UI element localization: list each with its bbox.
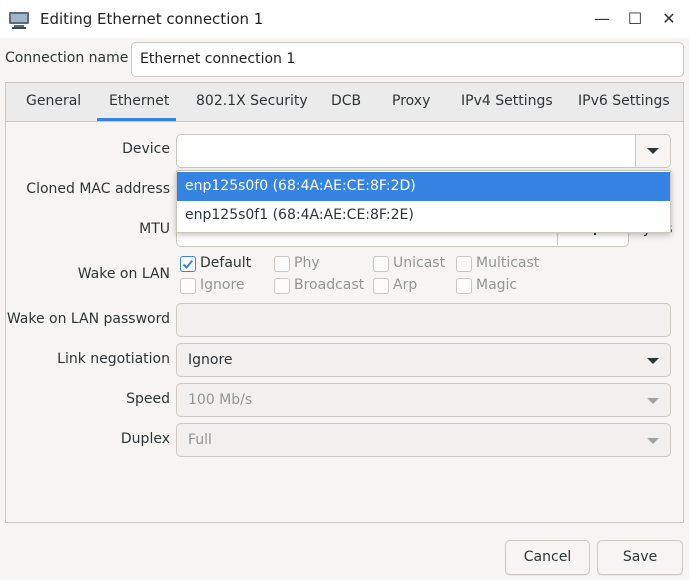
wol-phy-checkbox[interactable]: [274, 256, 290, 272]
wake-on-lan-label: Wake on LAN: [77, 266, 170, 282]
minimize-button[interactable]: —: [592, 9, 612, 29]
mtu-label: MTU: [139, 221, 170, 237]
tab-dcb[interactable]: DCB: [331, 93, 361, 113]
wol-password-input[interactable]: [176, 303, 671, 337]
wol-unicast-checkbox[interactable]: [373, 256, 389, 272]
duplex-value: Full: [188, 432, 212, 448]
device-dropdown-list: enp125s0f0 (68:4A:AE:CE:8F:2D) enp125s0f…: [176, 170, 671, 233]
wol-phy-label: Phy: [294, 255, 320, 271]
link-negotiation-value: Ignore: [188, 352, 233, 368]
close-button[interactable]: ✕: [659, 9, 679, 29]
chevron-down-icon: [647, 398, 659, 404]
speed-value: 100 Mb/s: [188, 392, 253, 408]
wol-broadcast-checkbox[interactable]: [274, 278, 290, 294]
wol-arp-label: Arp: [393, 277, 418, 293]
chevron-down-icon: [647, 438, 659, 444]
wol-default-label: Default: [200, 255, 252, 271]
chevron-down-icon: [647, 358, 659, 364]
device-combo[interactable]: [176, 134, 671, 168]
maximize-button[interactable]: ☐: [625, 9, 645, 29]
wol-password-label: Wake on LAN password: [6, 311, 170, 327]
wol-unicast-label: Unicast: [393, 255, 446, 271]
tab-ipv4-settings[interactable]: IPv4 Settings: [461, 93, 553, 113]
wol-multicast-checkbox[interactable]: [456, 256, 472, 272]
wol-ignore-label: Ignore: [200, 277, 245, 293]
device-option[interactable]: enp125s0f1 (68:4A:AE:CE:8F:2E): [177, 201, 670, 230]
wol-default-checkbox[interactable]: [180, 256, 196, 272]
tab-general[interactable]: General: [26, 93, 81, 113]
network-connection-icon: [8, 10, 30, 30]
connection-name-input[interactable]: Ethernet connection 1: [131, 42, 684, 77]
duplex-label: Duplex: [120, 431, 170, 447]
checkmark-icon: [182, 259, 194, 269]
wol-magic-label: Magic: [476, 277, 518, 293]
wol-multicast-label: Multicast: [476, 255, 540, 271]
wol-magic-checkbox[interactable]: [456, 278, 472, 294]
speed-label: Speed: [126, 391, 170, 407]
device-dropdown-button[interactable]: [635, 135, 670, 167]
device-label: Device: [122, 141, 170, 157]
link-negotiation-combo[interactable]: Ignore: [176, 343, 671, 377]
tab-ipv6-settings[interactable]: IPv6 Settings: [578, 93, 670, 113]
chevron-down-icon: [647, 148, 659, 154]
connection-name-label: Connection name: [5, 50, 129, 66]
cloned-mac-label: Cloned MAC address: [26, 181, 170, 197]
duplex-combo[interactable]: Full: [176, 423, 671, 457]
window-title: Editing Ethernet connection 1: [40, 10, 264, 28]
cancel-button[interactable]: Cancel: [505, 540, 590, 575]
save-button[interactable]: Save: [597, 540, 683, 575]
tab-proxy[interactable]: Proxy: [392, 93, 430, 113]
speed-combo[interactable]: 100 Mb/s: [176, 383, 671, 417]
wol-broadcast-label: Broadcast: [294, 277, 365, 293]
device-option[interactable]: enp125s0f0 (68:4A:AE:CE:8F:2D): [177, 172, 670, 201]
wol-arp-checkbox[interactable]: [373, 278, 389, 294]
link-negotiation-label: Link negotiation: [57, 351, 170, 367]
tab-ethernet[interactable]: Ethernet: [109, 93, 169, 113]
wol-ignore-checkbox[interactable]: [180, 278, 196, 294]
tab-8021x-security[interactable]: 802.1X Security: [196, 93, 308, 113]
